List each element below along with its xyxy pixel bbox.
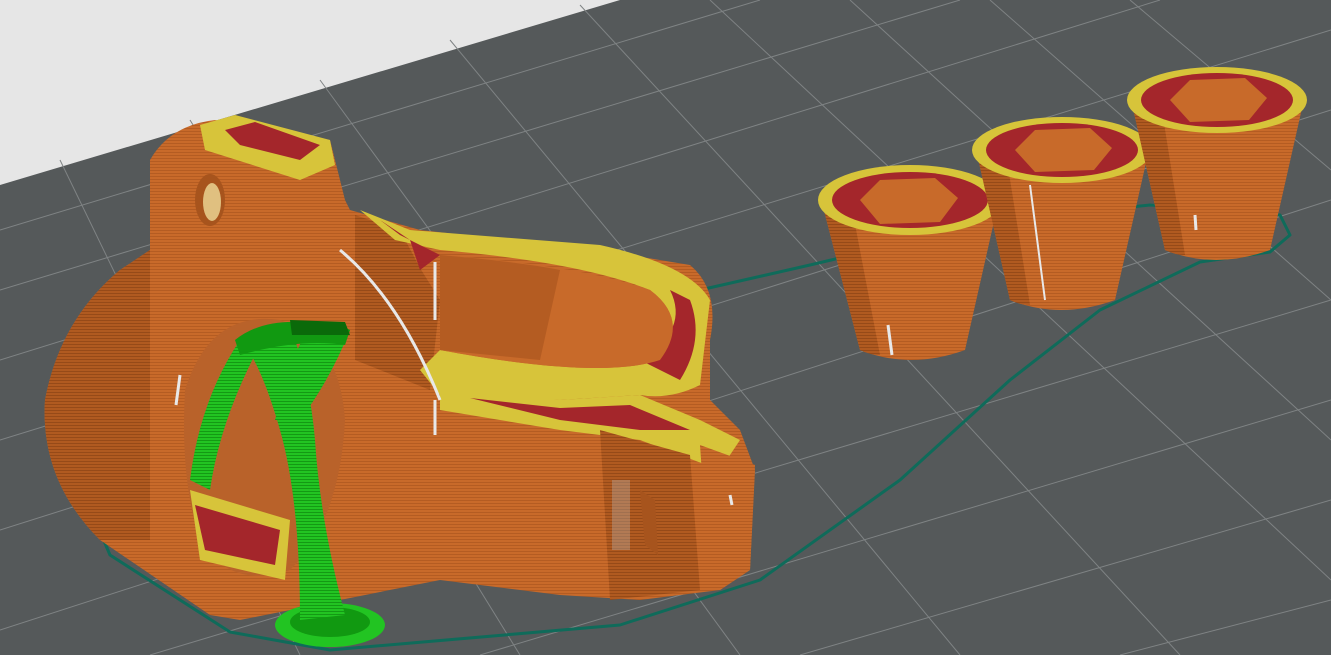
- slicer-3d-viewport[interactable]: [0, 0, 1331, 655]
- print-preview-scene[interactable]: [0, 0, 1331, 655]
